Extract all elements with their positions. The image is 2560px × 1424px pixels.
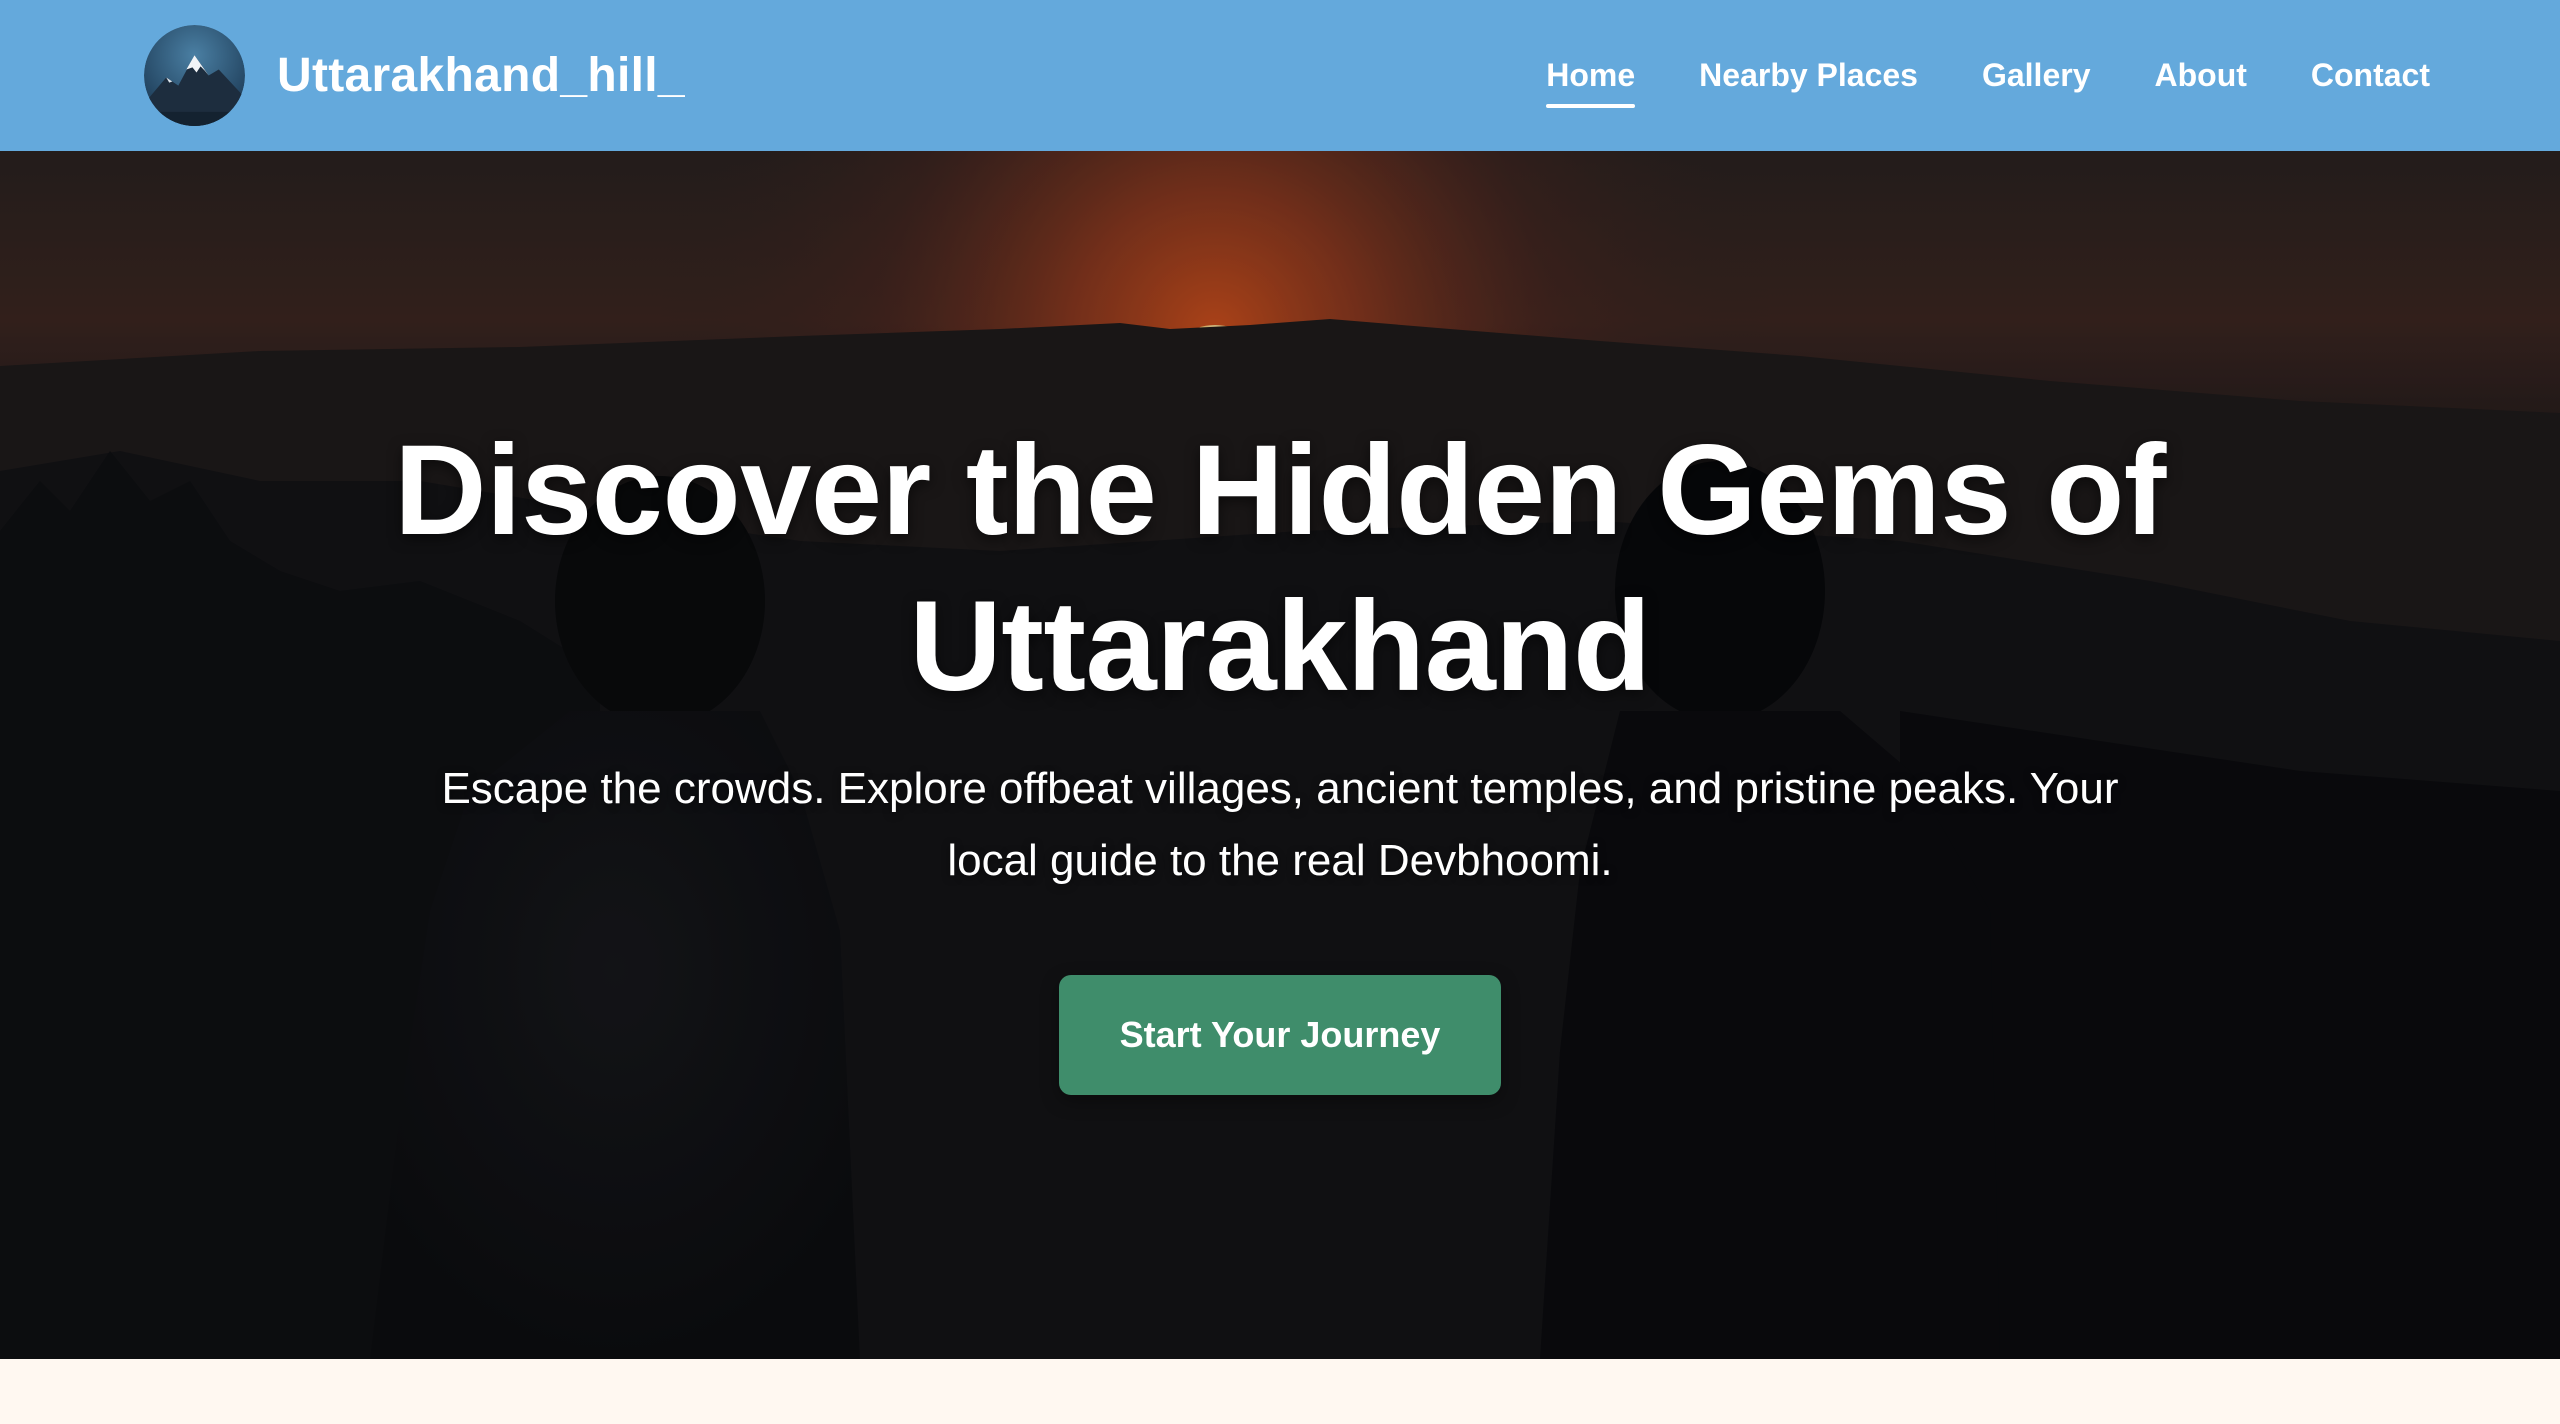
- brand-name: Uttarakhand_hill_: [277, 49, 685, 102]
- hero-section: Discover the Hidden Gems of Uttarakhand …: [0, 151, 2560, 1359]
- nav-link-nearby-places[interactable]: Nearby Places: [1699, 49, 1918, 102]
- hero-title: Discover the Hidden Gems of Uttarakhand: [394, 419, 2166, 718]
- main-nav: Home Nearby Places Gallery About Contact: [1546, 49, 2430, 108]
- brand-link[interactable]: Uttarakhand_hill_: [144, 25, 685, 126]
- mountain-logo-icon: [144, 25, 245, 126]
- nav-link-gallery[interactable]: Gallery: [1982, 49, 2091, 102]
- start-journey-button[interactable]: Start Your Journey: [1059, 975, 1501, 1095]
- nav-link-home[interactable]: Home: [1546, 49, 1635, 108]
- next-section: [0, 1359, 2560, 1424]
- hero-subtitle: Escape the crowds. Explore offbeat villa…: [441, 764, 2119, 885]
- nav-link-about[interactable]: About: [2154, 49, 2246, 102]
- nav-link-contact[interactable]: Contact: [2311, 49, 2430, 102]
- navbar: Uttarakhand_hill_ Home Nearby Places Gal…: [0, 0, 2560, 151]
